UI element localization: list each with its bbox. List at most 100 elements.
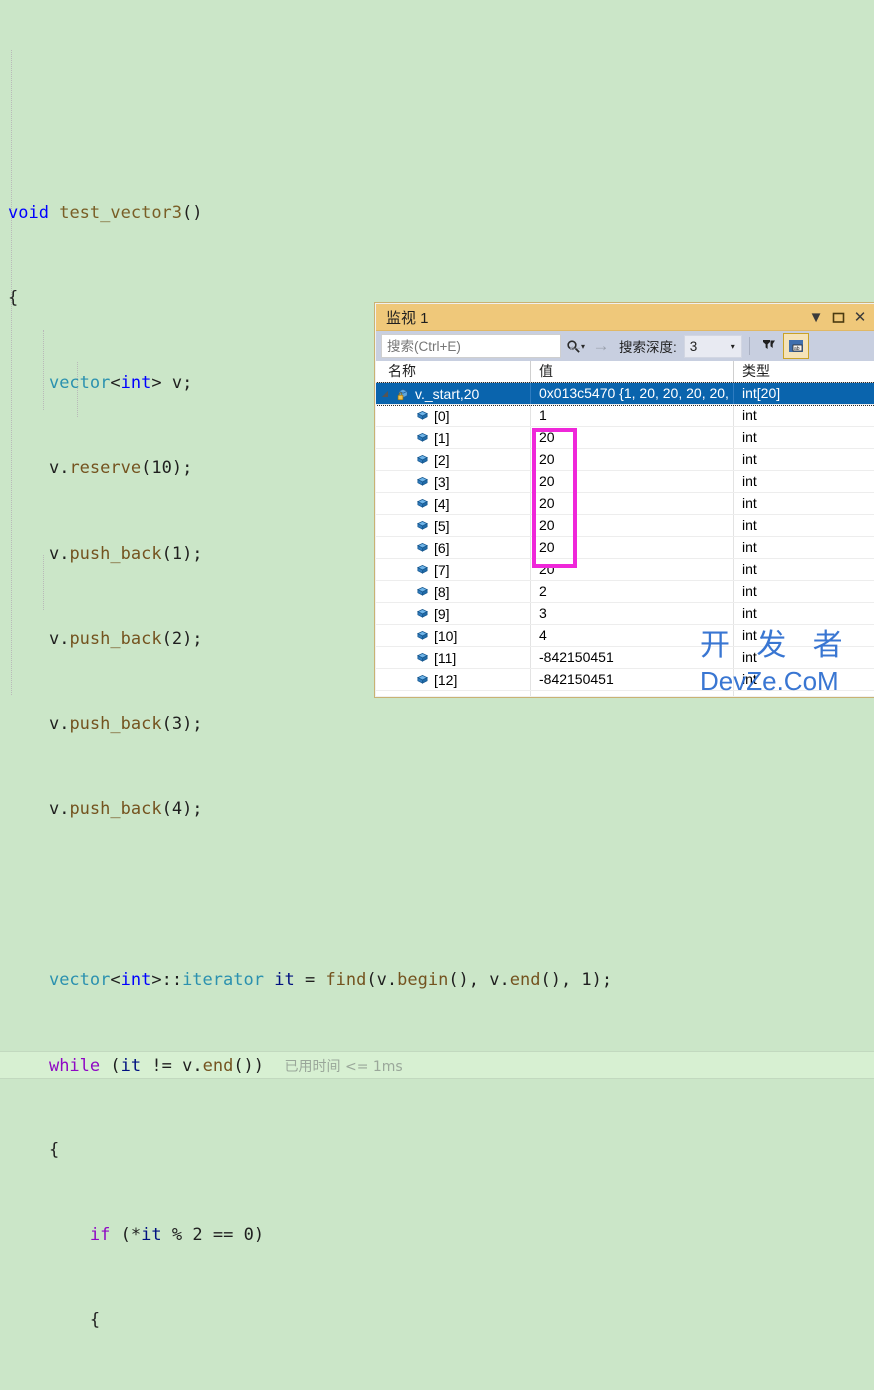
- watch-row-name-cell[interactable]: [4]: [376, 493, 531, 514]
- search-depth-label: 搜索深度:: [619, 340, 677, 355]
- watch-window[interactable]: 监视 1 ▼ ✕ ▾ ← → 搜索深度: 3 ▾: [375, 303, 874, 697]
- watch-row-value[interactable]: 3: [531, 603, 734, 624]
- watch-row-type: int: [742, 517, 757, 533]
- watch-row[interactable]: [4] 20 int: [376, 493, 874, 515]
- code-line[interactable]: void test_vector3(): [0, 199, 874, 227]
- watch-row-name-cell[interactable]: [12]: [376, 669, 531, 690]
- svg-text:ab: ab: [794, 346, 800, 352]
- watch-row-type: int: [742, 451, 757, 467]
- chevron-down-icon[interactable]: ▼: [805, 307, 827, 327]
- expander-collapse-icon[interactable]: ◢: [376, 389, 394, 398]
- watch-row-value[interactable]: 1: [531, 405, 734, 426]
- watch-row-name-cell[interactable]: [0]: [376, 405, 531, 426]
- watch-row-type: int[20]: [742, 385, 781, 401]
- watch-row-value[interactable]: -842150451: [531, 669, 734, 690]
- watch-row-value[interactable]: 2: [531, 581, 734, 602]
- watch-row-name-cell[interactable]: [5]: [376, 515, 531, 536]
- watch-row-type: int: [734, 691, 874, 696]
- code-line[interactable]: v.push_back(3);: [0, 710, 874, 738]
- watch-row[interactable]: [5] 20 int: [376, 515, 874, 537]
- watch-row[interactable]: [10] 4 int: [376, 625, 874, 647]
- watch-row-type: int: [742, 495, 757, 511]
- nav-forward-button[interactable]: →: [589, 334, 613, 358]
- nav-back-button[interactable]: ←: [563, 334, 587, 358]
- watch-row[interactable]: [13] -842150451int: [376, 691, 874, 697]
- watch-row[interactable]: [9] 3 int: [376, 603, 874, 625]
- watch-row[interactable]: [7] 20 int: [376, 559, 874, 581]
- watch-row[interactable]: [3] 20 int: [376, 471, 874, 493]
- watch-row-type: int: [742, 649, 757, 665]
- code-line-current[interactable]: while (it != v.end()) 已用时间 <= 1ms: [0, 1050, 874, 1080]
- column-header-name[interactable]: 名称: [376, 361, 531, 382]
- variable-icon: [413, 497, 431, 510]
- watch-row-name-cell[interactable]: [10]: [376, 625, 531, 646]
- watch-row-value[interactable]: 20: [531, 515, 734, 536]
- code-line[interactable]: {: [0, 1306, 874, 1334]
- watch-row-name: [2]: [434, 451, 450, 468]
- watch-row-name: [9]: [434, 605, 450, 622]
- search-field-wrapper[interactable]: ▾: [381, 334, 585, 358]
- watch-row-value[interactable]: 20: [531, 559, 734, 580]
- code-line[interactable]: {: [0, 1136, 874, 1164]
- watch-row-name: [6]: [434, 539, 450, 556]
- watch-row-value[interactable]: 20: [531, 427, 734, 448]
- code-line[interactable]: [0, 880, 874, 908]
- watch-row-value[interactable]: 20: [531, 537, 734, 558]
- watch-row-name: [0]: [434, 407, 450, 424]
- watch-window-titlebar[interactable]: 监视 1 ▼ ✕: [376, 304, 874, 331]
- watch-row-value[interactable]: 20: [531, 449, 734, 470]
- watch-row-value[interactable]: 4: [531, 625, 734, 646]
- watch-grid[interactable]: 名称 值 类型 ◢ v._start,20 0x013c5470 {1, 20, 2…: [376, 361, 874, 697]
- watch-row-name-cell[interactable]: [9]: [376, 603, 531, 624]
- watch-row[interactable]: [0] 1 int: [376, 405, 874, 427]
- hex-display-icon[interactable]: ab: [782, 333, 809, 359]
- float-window-glyph: [832, 312, 844, 323]
- watch-row[interactable]: [1] 20 int: [376, 427, 874, 449]
- watch-row-type: int: [742, 671, 757, 687]
- float-window-icon[interactable]: [827, 307, 849, 327]
- watch-row-name-cell[interactable]: ◢ v._start,20: [376, 383, 531, 404]
- watch-row-name: [13]: [431, 694, 457, 697]
- watch-row[interactable]: [2] 20 int: [376, 449, 874, 471]
- variable-icon: [413, 563, 431, 576]
- watch-row[interactable]: [11] -842150451 int: [376, 647, 874, 669]
- watch-toolbar[interactable]: ▾ ← → 搜索深度: 3 ▾ ab: [376, 331, 874, 361]
- watch-row-name-cell[interactable]: [3]: [376, 471, 531, 492]
- watch-row-name-cell[interactable]: [1]: [376, 427, 531, 448]
- watch-row-name-cell[interactable]: [8]: [376, 581, 531, 602]
- chevron-down-icon[interactable]: ▾: [725, 342, 741, 351]
- watch-row-value[interactable]: 0x013c5470 {1, 20, 20, 20, 20, 20, 2...: [531, 383, 734, 422]
- variable-icon: [413, 673, 431, 686]
- watch-row[interactable]: ◢ v._start,20 0x013c5470 {1, 20, 20, 20, 2…: [376, 382, 874, 422]
- watch-row-name: [4]: [434, 495, 450, 512]
- watch-row-name: [11]: [434, 649, 457, 666]
- watch-row-name-cell[interactable]: [6]: [376, 537, 531, 558]
- variable-icon: [413, 651, 431, 664]
- close-icon[interactable]: ✕: [849, 307, 871, 327]
- watch-row-value[interactable]: -842150451: [531, 647, 734, 668]
- watch-row-name-cell[interactable]: [13]: [376, 691, 531, 697]
- watch-row-name-cell[interactable]: [7]: [376, 559, 531, 580]
- watch-row-type: int: [742, 627, 757, 643]
- watch-row[interactable]: [8] 2 int: [376, 581, 874, 603]
- elapsed-time-hint: 已用时间 <= 1ms: [284, 1058, 403, 1075]
- watch-row[interactable]: [6] 20 int: [376, 537, 874, 559]
- pin-filter-icon[interactable]: [757, 334, 781, 358]
- watch-row-name-cell[interactable]: [2]: [376, 449, 531, 470]
- code-line[interactable]: v.push_back(4);: [0, 795, 874, 823]
- code-line[interactable]: if (*it % 2 == 0): [0, 1221, 874, 1249]
- watch-row-name: v._start,20: [415, 385, 480, 402]
- watch-row-name: [3]: [434, 473, 450, 490]
- watch-row[interactable]: [12] -842150451 int: [376, 669, 874, 691]
- watch-row-name-cell[interactable]: [11]: [376, 647, 531, 668]
- watch-row-value[interactable]: 20: [531, 471, 734, 492]
- code-line[interactable]: vector<int>::iterator it = find(v.begin(…: [0, 966, 874, 994]
- column-header-value[interactable]: 值: [531, 361, 734, 382]
- watch-row-value[interactable]: 20: [531, 493, 734, 514]
- watch-row-name: [7]: [434, 561, 450, 578]
- variable-icon: [413, 607, 431, 620]
- watch-row-value[interactable]: -842150451: [531, 691, 734, 696]
- column-header-type[interactable]: 类型: [734, 361, 874, 382]
- search-depth-combo[interactable]: 3 ▾: [683, 334, 742, 358]
- search-input[interactable]: [382, 336, 566, 356]
